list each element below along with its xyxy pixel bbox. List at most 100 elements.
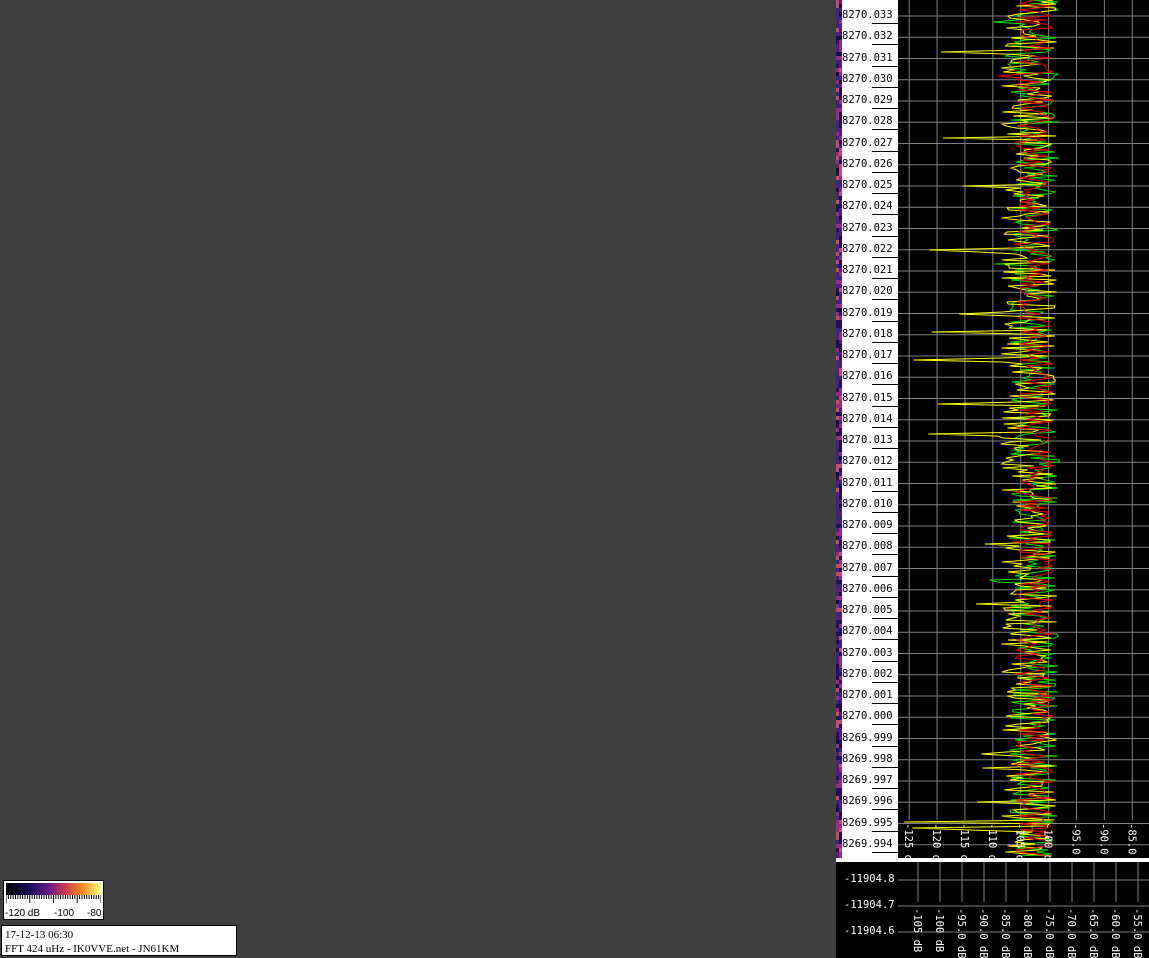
waterfall-cell xyxy=(836,84,839,88)
waterfall-cell xyxy=(836,68,839,72)
info-box: 17-12-13 06:30 FFT 424 uHz - IK0VVE.net … xyxy=(1,925,237,956)
waterfall-cell xyxy=(836,784,839,788)
lower-db-tick-label: -70.0 dB xyxy=(1065,908,1077,958)
waterfall-cell xyxy=(836,808,839,812)
frequency-tick-label: 8270.026 xyxy=(842,157,893,170)
waterfall-cell xyxy=(836,192,839,196)
waterfall-cell xyxy=(836,148,839,152)
frequency-tick-mark xyxy=(872,639,898,641)
waterfall-cell xyxy=(836,132,839,136)
frequency-tick-label: 8270.013 xyxy=(842,434,893,446)
waterfall-cell xyxy=(836,104,839,108)
waterfall-cell xyxy=(836,300,839,304)
waterfall-cell xyxy=(836,560,839,564)
frequency-tick-label: 8270.009 xyxy=(842,519,893,531)
frequency-tick-mark xyxy=(872,745,898,747)
waterfall-cell xyxy=(836,624,839,628)
waterfall-cell xyxy=(836,728,839,732)
waterfall-cell xyxy=(836,564,839,568)
frequency-tick-label: 8270.016 xyxy=(842,370,893,383)
waterfall-cell xyxy=(836,444,839,448)
waterfall-cell xyxy=(836,52,839,56)
waterfall-cell xyxy=(836,816,839,820)
frequency-tick-mark xyxy=(872,575,898,577)
waterfall-cell xyxy=(836,716,839,720)
frequency-tick-mark xyxy=(872,596,898,598)
waterfall-cell xyxy=(836,180,839,184)
waterfall-cell xyxy=(836,184,839,188)
waterfall-cell xyxy=(836,720,839,724)
lower-spectrum-plot: -105 dB -100 dB -95.0 dB -90.0 dB -85.0 dB -8… xyxy=(898,862,1149,958)
waterfall-cell xyxy=(836,600,839,604)
waterfall-cell xyxy=(836,64,839,68)
waterfall-cell xyxy=(836,100,839,104)
waterfall-cell xyxy=(836,44,839,48)
frequency-tick-mark xyxy=(872,788,898,789)
frequency-tick-mark xyxy=(872,108,898,109)
lower-frequency-tick-label: -11904.8 xyxy=(844,873,895,885)
waterfall-cell xyxy=(836,432,839,436)
waterfall-cell xyxy=(836,72,839,76)
colorbar-label-mid: -100 xyxy=(54,908,75,919)
waterfall-cell xyxy=(836,664,839,668)
timestamp: 17-12-13 06:30 xyxy=(5,929,74,941)
waterfall-cell xyxy=(836,328,839,332)
waterfall-cell xyxy=(836,660,839,664)
frequency-tick-mark xyxy=(872,448,898,449)
frequency-tick-label: 8270.012 xyxy=(842,455,893,468)
frequency-tick-label: 8270.023 xyxy=(842,221,893,234)
waterfall-cell xyxy=(836,468,839,472)
db-tick-label: -95.0 dB xyxy=(1069,823,1081,860)
frequency-tick-mark xyxy=(872,341,898,343)
waterfall-cell xyxy=(836,280,839,284)
frequency-tick-mark xyxy=(872,511,898,513)
waterfall-cell xyxy=(836,152,839,156)
waterfall-cell xyxy=(836,732,839,736)
waterfall-cell xyxy=(836,80,839,84)
waterfall-cell xyxy=(836,568,839,572)
frequency-tick-mark xyxy=(872,65,898,67)
frequency-tick-label: 8270.015 xyxy=(842,391,893,404)
frequency-tick-label: 8270.030 xyxy=(842,72,893,85)
waterfall-cell xyxy=(836,764,839,768)
waterfall-cell xyxy=(836,384,839,388)
waterfall-cell xyxy=(836,428,839,432)
waterfall-area xyxy=(0,0,836,958)
waterfall-cell xyxy=(836,380,839,384)
waterfall-cell xyxy=(836,508,839,512)
waterfall-cell xyxy=(836,292,839,296)
frequency-tick-mark xyxy=(872,426,898,428)
waterfall-cell xyxy=(836,364,839,368)
waterfall-cell xyxy=(836,120,839,124)
waterfall-cell xyxy=(836,28,839,32)
waterfall-cell xyxy=(836,652,839,656)
lower-db-tick-label: -85.0 dB xyxy=(999,908,1011,958)
waterfall-cell xyxy=(836,724,839,728)
waterfall-cell xyxy=(836,388,839,392)
waterfall-cell xyxy=(836,820,839,824)
lower-db-tick-label: -105 dB xyxy=(911,908,923,952)
waterfall-cell xyxy=(836,436,839,440)
waterfall-cell xyxy=(836,740,839,744)
frequency-tick-label: 8270.005 xyxy=(842,604,893,616)
waterfall-cell xyxy=(836,804,839,808)
lower-frequency-scale: -11904.8 -11904.7 -11904.6 xyxy=(842,862,898,958)
waterfall-cell xyxy=(836,124,839,128)
waterfall-cell xyxy=(836,416,839,420)
waterfall-cell xyxy=(836,136,839,140)
waterfall-cell xyxy=(836,164,839,168)
frequency-tick-mark xyxy=(872,554,898,556)
waterfall-cell xyxy=(836,252,839,256)
waterfall-cell xyxy=(836,736,839,740)
waterfall-cell xyxy=(836,676,839,680)
waterfall-cell xyxy=(836,612,839,616)
waterfall-cell xyxy=(836,288,839,292)
frequency-tick-label: 8269.998 xyxy=(842,752,893,765)
waterfall-cell xyxy=(836,316,839,320)
frequency-tick-label: 8270.004 xyxy=(842,625,893,638)
frequency-tick-mark xyxy=(872,660,898,662)
waterfall-cell xyxy=(836,4,839,8)
waterfall-cell xyxy=(836,408,839,412)
frequency-tick-label: 8270.018 xyxy=(842,327,893,340)
frequency-tick-label: 8270.007 xyxy=(842,561,893,574)
